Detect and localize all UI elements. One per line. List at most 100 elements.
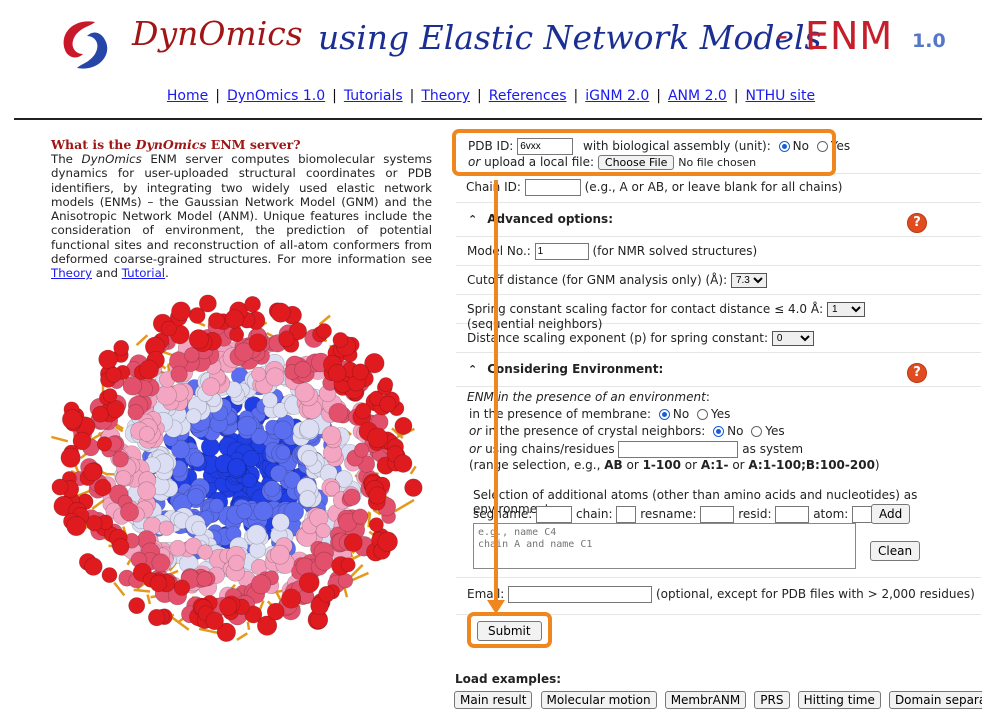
advanced-title-line: ⌃ Advanced options:	[456, 212, 613, 226]
range-hint-ab: AB	[604, 458, 623, 472]
chains-label: using chains/residues	[485, 442, 615, 456]
environment-title-line: ⌃ Considering Environment:	[456, 362, 663, 376]
chain-id-line: Chain ID: (e.g., A or AB, or leave blank…	[466, 179, 842, 196]
email-line: Email: (optional, except for PDB files w…	[467, 586, 975, 603]
chain-id-hint: (e.g., A or AB, or leave blank for all c…	[584, 180, 843, 194]
as-system-label: as system	[742, 442, 804, 456]
membrane-no-radio[interactable]	[658, 409, 670, 420]
atom-selection-textarea[interactable]	[473, 523, 856, 569]
crystal-yes-radio[interactable]	[751, 426, 763, 437]
email-hint: (optional, except for PDB files with > 2…	[656, 587, 975, 601]
help-icon[interactable]: ?	[907, 213, 927, 233]
submit-highlight-box	[467, 612, 552, 648]
nav-separator: |	[573, 88, 579, 104]
example-domain-separation-button[interactable]: Domain separation	[888, 691, 982, 709]
environment-header[interactable]: ⌃ Considering Environment: ?	[456, 353, 981, 387]
intro-period: .	[165, 266, 169, 281]
load-examples-label: Load examples:	[455, 672, 562, 686]
nav-separator: |	[409, 88, 415, 104]
clean-button[interactable]: Clean	[870, 541, 921, 561]
resname-input[interactable]	[700, 506, 735, 523]
environment-options: ENM in the presence of an environment: i…	[456, 387, 981, 477]
membrane-yes-radio[interactable]	[697, 409, 709, 420]
dynomics-logo-icon	[63, 21, 108, 69]
resid-label: resid:	[738, 507, 772, 521]
chain-label: chain:	[575, 507, 613, 521]
intro-body-2: ENM server computes biomolecular systems…	[51, 152, 432, 267]
add-button[interactable]: Add	[871, 504, 911, 524]
chain-id-input[interactable]	[524, 179, 581, 196]
version-label: 1.0	[912, 30, 946, 52]
intro-title-em: DynOmics	[135, 137, 207, 152]
example-hitting-time-button[interactable]: Hitting time	[797, 691, 881, 709]
nav-link-references[interactable]: References	[489, 88, 567, 104]
chains-residues-input[interactable]	[618, 441, 739, 458]
env-intro: ENM in the presence of an environment	[467, 390, 706, 404]
environment-title: Considering Environment:	[487, 362, 664, 376]
enm-logo: ENM	[805, 14, 894, 58]
range-hint-or: or	[728, 458, 749, 472]
example-main-result-button[interactable]: Main result	[454, 691, 533, 709]
crystal-no-radio[interactable]	[713, 426, 725, 437]
pdb-highlight-box	[452, 129, 836, 176]
nav-separator: |	[215, 88, 220, 104]
spring-select[interactable]: 1	[826, 302, 865, 317]
range-hint-line: (range selection, e.g., AB or 1-100 or A…	[469, 458, 880, 472]
membrane-no-label: No	[672, 407, 690, 421]
example-membranm-button[interactable]: MembrANM	[664, 691, 747, 709]
intro-and: and	[92, 266, 122, 281]
email-input[interactable]	[508, 586, 653, 603]
cutoff-select[interactable]: 7.3	[730, 273, 767, 288]
intro-body-em: DynOmics	[81, 152, 142, 166]
range-hint-prefix: (range selection, e.g.,	[469, 458, 605, 472]
help-icon[interactable]: ?	[907, 363, 927, 383]
resid-input[interactable]	[775, 506, 810, 523]
nav-link-home[interactable]: Home	[167, 88, 208, 104]
model-no-input[interactable]	[534, 243, 589, 260]
brand-subtitle: using Elastic Network Models	[318, 18, 822, 57]
crystal-no-label: No	[727, 424, 744, 438]
nav-link-ignm[interactable]: iGNM 2.0	[585, 88, 649, 104]
additional-atoms-section: Selection of additional atoms (other tha…	[456, 478, 981, 578]
atom-selector-line: segname: chain: resname: resid: atom:	[473, 506, 887, 523]
range-hint-1-100: 1-100	[642, 458, 681, 472]
brand-title: DynOmics	[132, 14, 303, 53]
nav-link-nthu[interactable]: NTHU site	[746, 88, 816, 104]
chain-input[interactable]	[616, 506, 637, 523]
email-label: Email:	[467, 587, 505, 601]
advanced-options-header[interactable]: ⌃ Advanced options: ?	[456, 203, 981, 237]
nav-link-tutorials[interactable]: Tutorials	[344, 88, 403, 104]
range-hint-multi: A:1-100;B:100-200	[748, 458, 875, 472]
nav-link-theory[interactable]: Theory	[421, 88, 470, 104]
model-no-hint: (for NMR solved structures)	[592, 244, 758, 258]
examples-button-group: Main result Molecular motion MembrANM PR…	[454, 689, 982, 709]
segname-input[interactable]	[536, 506, 573, 523]
range-hint-close: )	[874, 458, 880, 472]
model-no-line: Model No.: (for NMR solved structures)	[467, 243, 757, 260]
intro-body-1: The	[51, 152, 82, 166]
nav-link-dynomics-1[interactable]: DynOmics 1.0	[227, 88, 325, 104]
email-row: Email: (optional, except for PDB files w…	[456, 578, 981, 615]
model-no-label: Model No.:	[467, 244, 531, 258]
annotation-arrow	[494, 180, 498, 605]
cutoff-label: Cutoff distance (for GNM analysis only) …	[467, 273, 728, 287]
collapse-chevron-icon: ⌃	[468, 213, 478, 226]
or-label: or	[469, 424, 482, 438]
env-intro-colon: :	[705, 390, 710, 404]
example-prs-button[interactable]: PRS	[754, 691, 790, 709]
intro-title: What is the DynOmics ENM server?	[51, 137, 301, 152]
atom-label: atom:	[813, 507, 849, 521]
nav-separator: |	[477, 88, 482, 104]
exponent-select[interactable]: 0	[771, 331, 814, 346]
tutorial-link[interactable]: Tutorial	[122, 266, 165, 280]
nav-link-anm[interactable]: ANM 2.0	[668, 88, 727, 104]
crystal-label: in the presence of crystal neighbors:	[485, 424, 706, 438]
example-molecular-motion-button[interactable]: Molecular motion	[540, 691, 657, 709]
theory-link[interactable]: Theory	[51, 266, 92, 280]
collapse-chevron-icon: ⌃	[468, 363, 478, 376]
crystal-line: or in the presence of crystal neighbors:…	[469, 424, 785, 438]
model-no-row: Model No.: (for NMR solved structures)	[456, 237, 981, 266]
env-intro-line: ENM in the presence of an environment:	[467, 390, 710, 404]
intro-title-suffix: ENM server?	[206, 137, 301, 152]
cutoff-row: Cutoff distance (for GNM analysis only) …	[456, 266, 981, 295]
